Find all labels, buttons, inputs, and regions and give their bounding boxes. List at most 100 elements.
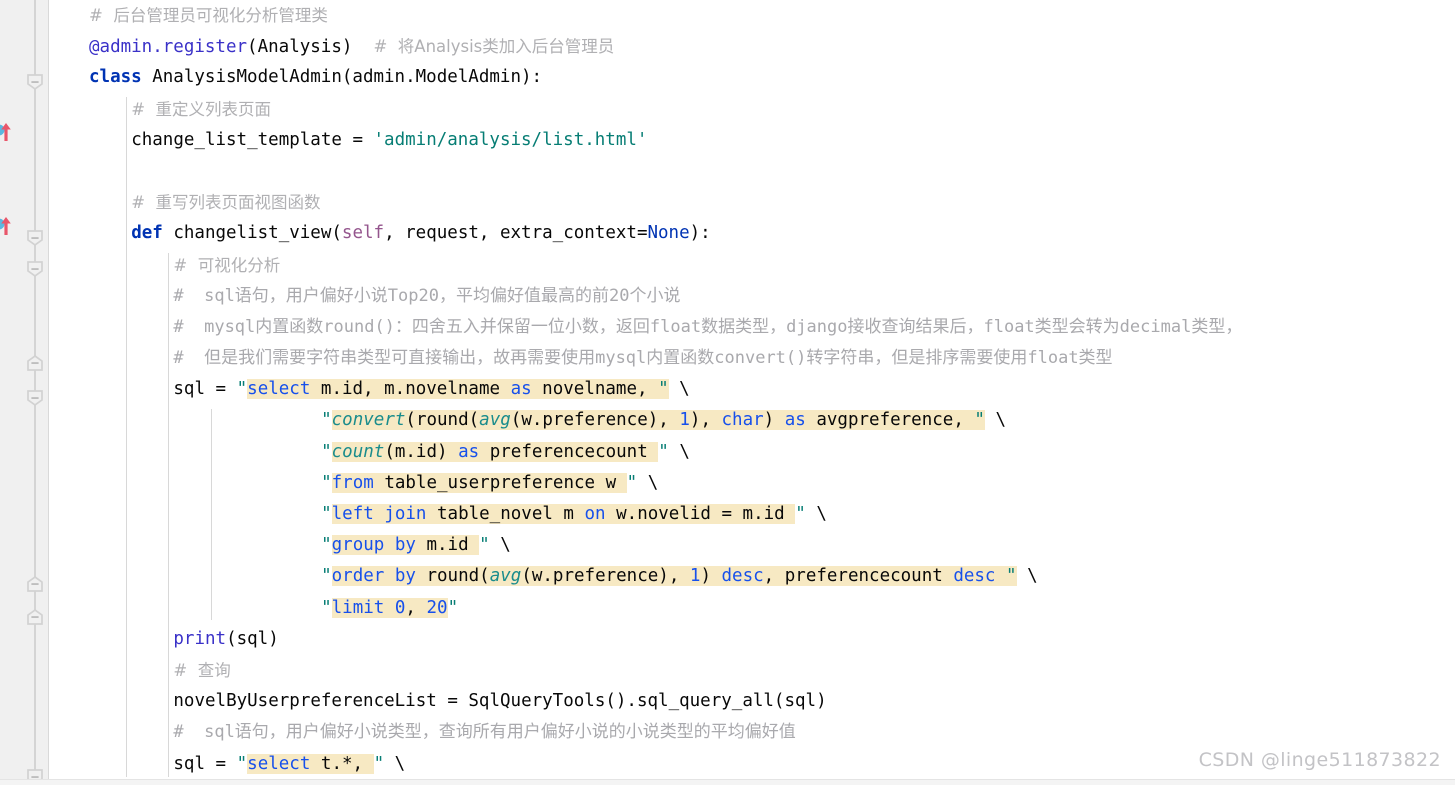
code-line[interactable] — [48, 156, 1455, 187]
code-token-plain: \ — [384, 753, 406, 774]
code-token-plain: changelist_view( — [162, 223, 342, 244]
code-token-str: " — [479, 535, 490, 556]
fold-marker-down-icon[interactable] — [26, 389, 44, 407]
code-line[interactable]: # 重写列表页面视图函数 — [48, 187, 1455, 218]
indent-guide — [126, 97, 128, 777]
code-token-hl-num: 1 — [689, 566, 701, 587]
code-token-plain: sql = — [173, 753, 237, 774]
code-folding-gutter[interactable] — [22, 0, 48, 785]
code-token-deco: print — [173, 628, 227, 649]
code-line[interactable]: # mysql内置函数round()：四舍五入并保留一位小数，返回float数据… — [48, 312, 1455, 343]
code-token-hl-str: " — [1006, 566, 1017, 587]
code-token-cmt-m: # sql语句，用户偏好小说类型，查询所有用户偏好小说的小说类型的平均偏好值 — [173, 722, 796, 743]
code-line[interactable]: # 查询 — [48, 655, 1455, 686]
code-token-hl-num: 20 — [426, 597, 448, 618]
code-token-plain: \ — [805, 504, 827, 524]
code-token-str: " — [236, 753, 248, 774]
fold-marker-up-icon[interactable] — [26, 575, 44, 593]
code-token-hl-sqlfn: count — [331, 441, 385, 462]
code-token-hl-sqlkw: group by — [331, 535, 416, 556]
code-token-hl-sqlkw: select — [247, 379, 311, 400]
code-token-hl-plain: t.*, — [310, 753, 374, 774]
run-to-cursor-arrow-icon[interactable] — [0, 119, 20, 145]
editor-bottom-edge — [0, 779, 1455, 785]
code-token-plain: \ — [984, 410, 1007, 431]
code-line[interactable]: print(sql) — [48, 624, 1455, 655]
code-token-cmt: # 重写列表页面视图函数 — [131, 193, 321, 213]
indent-guide — [210, 409, 212, 620]
code-token-str: " — [236, 379, 248, 400]
code-token-hl-sqlfn: avg — [489, 566, 522, 587]
code-line[interactable]: "group by m.id " \ — [48, 530, 1455, 561]
code-token-hl-plain: (w.preference), — [521, 566, 690, 587]
code-token-cmt: # 将Analysis类加入后台管理员 — [373, 37, 615, 57]
code-token-deco: @admin.register — [89, 37, 248, 58]
code-line[interactable]: novelByUserpreferenceList = SqlQueryTool… — [48, 686, 1455, 717]
code-line[interactable]: "count(m.id) as preferencecount " \ — [48, 437, 1455, 468]
code-token-hl-sqlkw: desc — [953, 566, 996, 587]
code-token-plain: novelByUserpreferenceList = SqlQueryTool… — [173, 691, 827, 712]
code-token-cmt: # 查询 — [173, 660, 231, 680]
code-line[interactable]: "from table_userpreference w " \ — [48, 468, 1455, 499]
code-token-hl-plain: m.id — [415, 535, 480, 556]
code-line[interactable]: "order by round(avg(w.preference), 1) de… — [48, 561, 1455, 592]
code-token-str: " — [373, 753, 385, 774]
code-token-hl-plain — [384, 597, 395, 618]
code-token-hl-sqlkw: as — [458, 441, 480, 462]
code-token-hl-sqlfn: avg — [479, 410, 511, 431]
code-token-cmt-m: # mysql内置函数round()：四舍五入并保留一位小数，返回float数据… — [173, 316, 1243, 337]
code-token-plain: \ — [668, 379, 690, 400]
code-token-str: " — [321, 472, 332, 493]
code-line[interactable]: # 后台管理员可视化分析管理类 — [48, 0, 1455, 31]
code-line[interactable]: "left join table_novel m on w.novelid = … — [48, 499, 1455, 530]
fold-marker-up-icon[interactable] — [26, 608, 44, 626]
code-token-hl-plain: (m.id) — [384, 441, 459, 462]
code-token-plain: ): — [689, 223, 711, 244]
code-token-cmt-m: # sql语句，用户偏好小说Top20，平均偏好值最高的前20个小说 — [173, 285, 681, 306]
code-token-hl-str: " — [658, 379, 669, 400]
code-token-hl-plain — [995, 566, 1007, 587]
code-token-str: " — [795, 504, 806, 524]
code-token-cmt: # 重定义列表页面 — [131, 99, 272, 119]
code-token-plain: AnalysisModelAdmin(admin.ModelAdmin): — [141, 67, 543, 88]
code-token-hl-plain: ), — [689, 410, 722, 431]
code-line[interactable]: def changelist_view(self, request, extra… — [48, 218, 1455, 249]
code-token-hl-num: 1 — [679, 410, 690, 431]
code-token-hl-plain: novelname, — [531, 379, 659, 400]
fold-marker-down-icon[interactable] — [26, 229, 44, 247]
fold-marker-down-icon[interactable] — [26, 260, 44, 278]
code-line[interactable]: "convert(round(avg(w.preference), 1), ch… — [48, 405, 1455, 436]
code-token-hl-plain: m.id, m.novelname — [310, 379, 511, 400]
code-token-str: " — [658, 441, 669, 462]
code-line[interactable]: "limit 0, 20" — [48, 593, 1455, 624]
code-token-plain: sql = — [173, 379, 237, 400]
code-line[interactable]: sql = "select m.id, m.novelname as novel… — [48, 374, 1455, 405]
fold-marker-up-icon[interactable] — [26, 354, 44, 372]
code-token-hl-plain: table_userpreference w — [373, 472, 627, 493]
code-token-hl-plain: (round( — [405, 410, 480, 431]
code-line[interactable]: class AnalysisModelAdmin(admin.ModelAdmi… — [48, 62, 1455, 93]
code-token-hl-plain: table_novel m — [426, 504, 585, 524]
code-token-hl-plain: , preferencecount — [763, 566, 954, 587]
code-token-cmt: # 可视化分析 — [173, 255, 281, 275]
code-line[interactable]: # 可视化分析 — [48, 250, 1455, 281]
code-token-plain: \ — [668, 441, 690, 462]
code-line[interactable]: @admin.register(Analysis) # 将Analysis类加入… — [48, 31, 1455, 62]
run-to-cursor-arrow-icon[interactable] — [0, 213, 20, 239]
code-token-plain: \ — [1016, 566, 1038, 587]
code-token-str: " — [321, 535, 332, 556]
indent-guide — [168, 253, 170, 777]
code-token-str: " — [321, 441, 332, 462]
code-content-area[interactable]: # 后台管理员可视化分析管理类 @admin.register(Analysis)… — [48, 0, 1455, 785]
code-line[interactable]: change_list_template = 'admin/analysis/l… — [48, 125, 1455, 156]
editor-gutter[interactable] — [0, 0, 22, 785]
code-token-kw: def — [131, 223, 163, 244]
code-token-str: 'admin/analysis/list.html' — [373, 129, 648, 150]
fold-marker-down-icon[interactable] — [26, 73, 44, 91]
code-line[interactable]: # sql语句，用户偏好小说Top20，平均偏好值最高的前20个小说 — [48, 281, 1455, 312]
code-token-hl-str: " — [974, 410, 985, 431]
code-token-plain: (Analysis) — [247, 37, 374, 58]
code-line[interactable]: # sql语句，用户偏好小说类型，查询所有用户偏好小说的小说类型的平均偏好值 — [48, 717, 1455, 748]
code-line[interactable]: # 重定义列表页面 — [48, 94, 1455, 125]
code-line[interactable]: # 但是我们需要字符串类型可直接输出，故再需要使用mysql内置函数conver… — [48, 343, 1455, 374]
